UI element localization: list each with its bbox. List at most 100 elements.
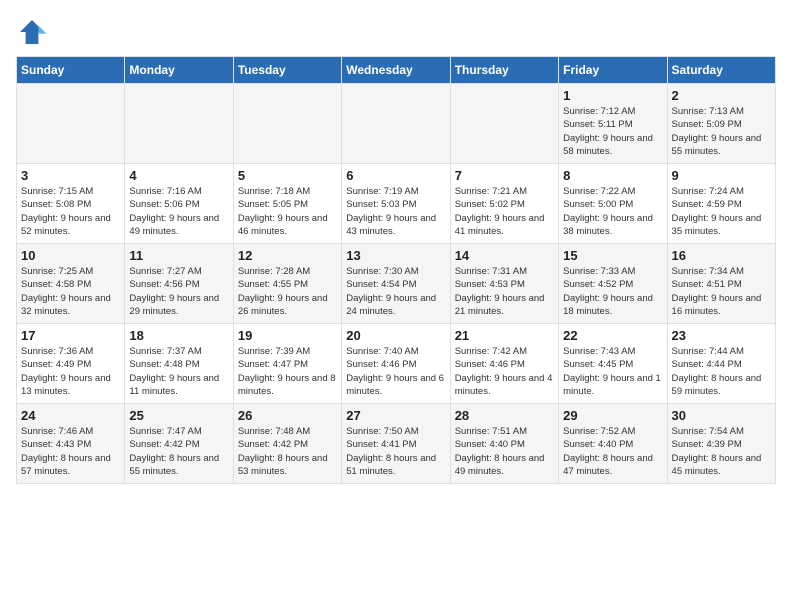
day-info: Sunrise: 7:48 AM Sunset: 4:42 PM Dayligh… — [238, 425, 337, 478]
day-number: 7 — [455, 168, 554, 183]
day-number: 5 — [238, 168, 337, 183]
calendar-cell: 7 Sunrise: 7:21 AM Sunset: 5:02 PM Daylig… — [450, 164, 558, 244]
day-number: 13 — [346, 248, 445, 263]
day-number: 10 — [21, 248, 120, 263]
day-number: 2 — [672, 88, 771, 103]
day-header-thursday: Thursday — [450, 57, 558, 84]
day-info: Sunrise: 7:50 AM Sunset: 4:41 PM Dayligh… — [346, 425, 445, 478]
calendar-cell: 24 Sunrise: 7:46 AM Sunset: 4:43 PM Dayli… — [17, 404, 125, 484]
calendar-cell: 28Sunrise: 7:51 AM Sunset: 4:40 PM Dayli… — [450, 404, 558, 484]
calendar-cell: 30 Sunrise: 7:54 AM Sunset: 4:39 PM Dayli… — [667, 404, 775, 484]
calendar-cell: 2 Sunrise: 7:13 AM Sunset: 5:09 PM Daylig… — [667, 84, 775, 164]
calendar-week-row: 17 Sunrise: 7:36 AM Sunset: 4:49 PM Dayli… — [17, 324, 776, 404]
calendar-cell — [342, 84, 450, 164]
day-info: Sunrise: 7:51 AM Sunset: 4:40 PM Dayligh… — [455, 425, 554, 478]
day-header-monday: Monday — [125, 57, 233, 84]
day-number: 15 — [563, 248, 662, 263]
day-number: 19 — [238, 328, 337, 343]
calendar-cell: 9 Sunrise: 7:24 AM Sunset: 4:59 PM Daylig… — [667, 164, 775, 244]
day-info: Sunrise: 7:12 AM Sunset: 5:11 PM Dayligh… — [563, 105, 662, 158]
day-info: Sunrise: 7:34 AM Sunset: 4:51 PM Dayligh… — [672, 265, 771, 318]
day-number: 30 — [672, 408, 771, 423]
calendar-cell: 13 Sunrise: 7:30 AM Sunset: 4:54 PM Dayli… — [342, 244, 450, 324]
day-number: 3 — [21, 168, 120, 183]
calendar-cell: 19 Sunrise: 7:39 AM Sunset: 4:47 PM Dayli… — [233, 324, 341, 404]
day-info: Sunrise: 7:37 AM Sunset: 4:48 PM Dayligh… — [129, 345, 228, 398]
day-info: Sunrise: 7:40 AM Sunset: 4:46 PM Dayligh… — [346, 345, 445, 398]
calendar-cell: 22 Sunrise: 7:43 AM Sunset: 4:45 PM Dayli… — [559, 324, 667, 404]
day-info: Sunrise: 7:18 AM Sunset: 5:05 PM Dayligh… — [238, 185, 337, 238]
calendar-cell — [17, 84, 125, 164]
day-info: Sunrise: 7:33 AM Sunset: 4:52 PM Dayligh… — [563, 265, 662, 318]
calendar-cell: 26Sunrise: 7:48 AM Sunset: 4:42 PM Dayli… — [233, 404, 341, 484]
day-number: 14 — [455, 248, 554, 263]
day-info: Sunrise: 7:36 AM Sunset: 4:49 PM Dayligh… — [21, 345, 120, 398]
day-number: 18 — [129, 328, 228, 343]
day-number: 1 — [563, 88, 662, 103]
day-header-saturday: Saturday — [667, 57, 775, 84]
day-info: Sunrise: 7:19 AM Sunset: 5:03 PM Dayligh… — [346, 185, 445, 238]
day-number: 9 — [672, 168, 771, 183]
logo-icon — [16, 16, 48, 48]
day-info: Sunrise: 7:13 AM Sunset: 5:09 PM Dayligh… — [672, 105, 771, 158]
day-number: 11 — [129, 248, 228, 263]
day-number: 12 — [238, 248, 337, 263]
day-info: Sunrise: 7:21 AM Sunset: 5:02 PM Dayligh… — [455, 185, 554, 238]
day-info: Sunrise: 7:42 AM Sunset: 4:46 PM Dayligh… — [455, 345, 554, 398]
day-info: Sunrise: 7:25 AM Sunset: 4:58 PM Dayligh… — [21, 265, 120, 318]
day-number: 21 — [455, 328, 554, 343]
logo — [16, 16, 52, 48]
day-info: Sunrise: 7:27 AM Sunset: 4:56 PM Dayligh… — [129, 265, 228, 318]
day-info: Sunrise: 7:39 AM Sunset: 4:47 PM Dayligh… — [238, 345, 337, 398]
calendar-cell: 23Sunrise: 7:44 AM Sunset: 4:44 PM Dayli… — [667, 324, 775, 404]
calendar-cell: 5 Sunrise: 7:18 AM Sunset: 5:05 PM Daylig… — [233, 164, 341, 244]
calendar-cell: 20 Sunrise: 7:40 AM Sunset: 4:46 PM Dayli… — [342, 324, 450, 404]
calendar-cell — [450, 84, 558, 164]
day-number: 23 — [672, 328, 771, 343]
calendar-cell: 21 Sunrise: 7:42 AM Sunset: 4:46 PM Dayli… — [450, 324, 558, 404]
day-number: 27 — [346, 408, 445, 423]
calendar-header-row: SundayMondayTuesdayWednesdayThursdayFrid… — [17, 57, 776, 84]
calendar-cell: 25 Sunrise: 7:47 AM Sunset: 4:42 PM Dayli… — [125, 404, 233, 484]
calendar-cell: 11 Sunrise: 7:27 AM Sunset: 4:56 PM Dayli… — [125, 244, 233, 324]
day-number: 29 — [563, 408, 662, 423]
calendar-cell: 10 Sunrise: 7:25 AM Sunset: 4:58 PM Dayli… — [17, 244, 125, 324]
day-number: 6 — [346, 168, 445, 183]
calendar-cell: 15 Sunrise: 7:33 AM Sunset: 4:52 PM Dayli… — [559, 244, 667, 324]
day-number: 25 — [129, 408, 228, 423]
calendar-cell: 1 Sunrise: 7:12 AM Sunset: 5:11 PM Daylig… — [559, 84, 667, 164]
day-info: Sunrise: 7:47 AM Sunset: 4:42 PM Dayligh… — [129, 425, 228, 478]
day-info: Sunrise: 7:52 AM Sunset: 4:40 PM Dayligh… — [563, 425, 662, 478]
page-header — [16, 16, 776, 48]
calendar-week-row: 24 Sunrise: 7:46 AM Sunset: 4:43 PM Dayli… — [17, 404, 776, 484]
day-info: Sunrise: 7:30 AM Sunset: 4:54 PM Dayligh… — [346, 265, 445, 318]
day-number: 20 — [346, 328, 445, 343]
day-info: Sunrise: 7:43 AM Sunset: 4:45 PM Dayligh… — [563, 345, 662, 398]
day-header-wednesday: Wednesday — [342, 57, 450, 84]
calendar-cell: 16 Sunrise: 7:34 AM Sunset: 4:51 PM Dayli… — [667, 244, 775, 324]
calendar-cell: 29 Sunrise: 7:52 AM Sunset: 4:40 PM Dayli… — [559, 404, 667, 484]
day-info: Sunrise: 7:16 AM Sunset: 5:06 PM Dayligh… — [129, 185, 228, 238]
day-info: Sunrise: 7:22 AM Sunset: 5:00 PM Dayligh… — [563, 185, 662, 238]
calendar-cell — [233, 84, 341, 164]
day-number: 16 — [672, 248, 771, 263]
day-number: 8 — [563, 168, 662, 183]
day-number: 22 — [563, 328, 662, 343]
calendar-week-row: 1 Sunrise: 7:12 AM Sunset: 5:11 PM Daylig… — [17, 84, 776, 164]
day-number: 4 — [129, 168, 228, 183]
day-info: Sunrise: 7:28 AM Sunset: 4:55 PM Dayligh… — [238, 265, 337, 318]
day-info: Sunrise: 7:54 AM Sunset: 4:39 PM Dayligh… — [672, 425, 771, 478]
calendar-cell: 4 Sunrise: 7:16 AM Sunset: 5:06 PM Daylig… — [125, 164, 233, 244]
day-number: 24 — [21, 408, 120, 423]
calendar-cell: 27 Sunrise: 7:50 AM Sunset: 4:41 PM Dayli… — [342, 404, 450, 484]
calendar-week-row: 10 Sunrise: 7:25 AM Sunset: 4:58 PM Dayli… — [17, 244, 776, 324]
calendar-cell — [125, 84, 233, 164]
calendar-cell: 3 Sunrise: 7:15 AM Sunset: 5:08 PM Daylig… — [17, 164, 125, 244]
day-info: Sunrise: 7:15 AM Sunset: 5:08 PM Dayligh… — [21, 185, 120, 238]
day-number: 17 — [21, 328, 120, 343]
day-info: Sunrise: 7:46 AM Sunset: 4:43 PM Dayligh… — [21, 425, 120, 478]
day-info: Sunrise: 7:31 AM Sunset: 4:53 PM Dayligh… — [455, 265, 554, 318]
day-info: Sunrise: 7:24 AM Sunset: 4:59 PM Dayligh… — [672, 185, 771, 238]
calendar-cell: 8 Sunrise: 7:22 AM Sunset: 5:00 PM Daylig… — [559, 164, 667, 244]
calendar-cell: 18 Sunrise: 7:37 AM Sunset: 4:48 PM Dayli… — [125, 324, 233, 404]
